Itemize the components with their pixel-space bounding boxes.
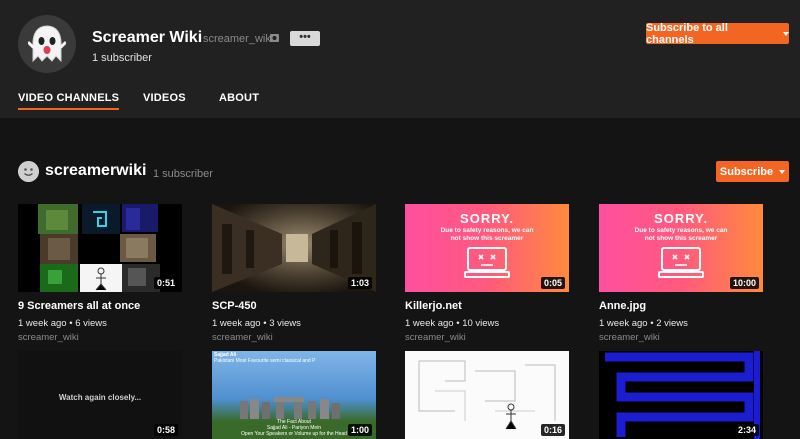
tab-videos[interactable]: VIDEOS xyxy=(143,92,186,104)
video-thumbnail[interactable]: 0:51 xyxy=(18,204,182,292)
tab-about[interactable]: ABOUT xyxy=(219,92,259,104)
more-options-button[interactable]: ••• xyxy=(290,31,320,46)
subscribe-label: Subscribe xyxy=(719,165,774,178)
video-meta: 1 week ago • 3 views xyxy=(212,318,301,329)
video-thumbnail[interactable]: 1:03 xyxy=(212,204,376,292)
broken-computer-icon xyxy=(658,247,704,278)
tab-video-channels[interactable]: VIDEO CHANNELS xyxy=(18,92,120,110)
verified-badge-icon xyxy=(270,34,279,42)
video-duration: 0:51 xyxy=(153,277,178,289)
ghost-icon xyxy=(28,25,66,63)
video-card[interactable]: 1:03 SCP-450 1 week ago • 3 views scream… xyxy=(212,204,376,343)
video-card[interactable]: 2:34 xyxy=(599,351,763,439)
channel-subscriber-count: 1 subscriber xyxy=(92,52,152,64)
video-duration: 0:16 xyxy=(540,424,565,436)
sorry-message: Due to safety reasons, we can not show t… xyxy=(440,227,534,242)
chevron-down-icon[interactable] xyxy=(779,169,786,174)
video-channel-link[interactable]: screamer_wiki xyxy=(18,332,182,343)
video-title[interactable]: SCP-450 xyxy=(212,300,376,312)
channel-header: Screamer Wiki screamer_wiki ••• 1 subscr… xyxy=(0,0,800,118)
video-channel-link[interactable]: screamer_wiki xyxy=(599,332,763,343)
channel-title[interactable]: Screamer Wiki xyxy=(92,29,202,47)
video-thumbnail[interactable]: Sajjad Ali Pakistani Most Favourite semi… xyxy=(212,351,376,439)
video-thumbnail[interactable]: 2:34 xyxy=(599,351,763,439)
subscribe-button[interactable]: Subscribe xyxy=(716,161,789,182)
video-duration: 2:34 xyxy=(734,424,759,436)
section-channel-title[interactable]: screamerwiki xyxy=(45,162,146,180)
video-thumbnail[interactable]: 0:16 xyxy=(405,351,569,439)
stonehenge-image xyxy=(240,397,340,419)
video-thumbnail[interactable]: SORRY. Due to safety reasons, we can not… xyxy=(599,204,763,292)
video-thumbnail[interactable]: Watch again closely... 0:58 xyxy=(18,351,182,439)
video-card[interactable]: Watch again closely... 0:58 xyxy=(18,351,182,439)
video-duration: 0:58 xyxy=(153,424,178,436)
thumbnail-caption: Pakistani Most Favourite semi classical … xyxy=(214,358,316,364)
sorry-heading: SORRY. xyxy=(460,211,514,226)
sorry-message: Due to safety reasons, we can not show t… xyxy=(634,227,728,242)
channel-avatar[interactable] xyxy=(18,15,76,73)
smiley-avatar-icon[interactable] xyxy=(18,161,39,182)
chevron-down-icon[interactable] xyxy=(783,31,789,36)
thumbnail-caption: Watch again closely... xyxy=(58,393,142,402)
video-duration: 1:03 xyxy=(347,277,372,289)
video-meta: 1 week ago • 6 views xyxy=(18,318,107,329)
channel-handle: screamer_wiki xyxy=(203,33,274,45)
video-duration: 0:05 xyxy=(540,277,565,289)
broken-computer-icon xyxy=(464,247,510,278)
video-channel-link[interactable]: screamer_wiki xyxy=(405,332,569,343)
subscribe-all-button[interactable]: Subscribe to all channels xyxy=(646,21,789,46)
video-title[interactable]: 9 Screamers all at once xyxy=(18,300,182,312)
video-card[interactable]: 0:51 9 Screamers all at once 1 week ago … xyxy=(18,204,182,343)
video-duration: 1:00 xyxy=(347,424,372,436)
video-channel-link[interactable]: screamer_wiki xyxy=(212,332,376,343)
video-duration: 10:00 xyxy=(729,277,759,289)
video-card[interactable]: SORRY. Due to safety reasons, we can not… xyxy=(405,204,569,343)
video-meta: 1 week ago • 10 views xyxy=(405,318,500,329)
section-subscriber-count: 1 subscriber xyxy=(153,168,213,180)
sorry-heading: SORRY. xyxy=(654,211,708,226)
video-card[interactable]: Sajjad Ali Pakistani Most Favourite semi… xyxy=(212,351,376,439)
video-thumbnail[interactable]: SORRY. Due to safety reasons, we can not… xyxy=(405,204,569,292)
subscribe-all-label: Subscribe to all channels xyxy=(646,21,728,46)
video-card[interactable]: SORRY. Due to safety reasons, we can not… xyxy=(599,204,763,343)
video-title[interactable]: Killerjo.net xyxy=(405,300,569,312)
video-card[interactable]: 0:16 xyxy=(405,351,569,439)
video-meta: 1 week ago • 2 views xyxy=(599,318,688,329)
video-title[interactable]: Anne.jpg xyxy=(599,300,763,312)
